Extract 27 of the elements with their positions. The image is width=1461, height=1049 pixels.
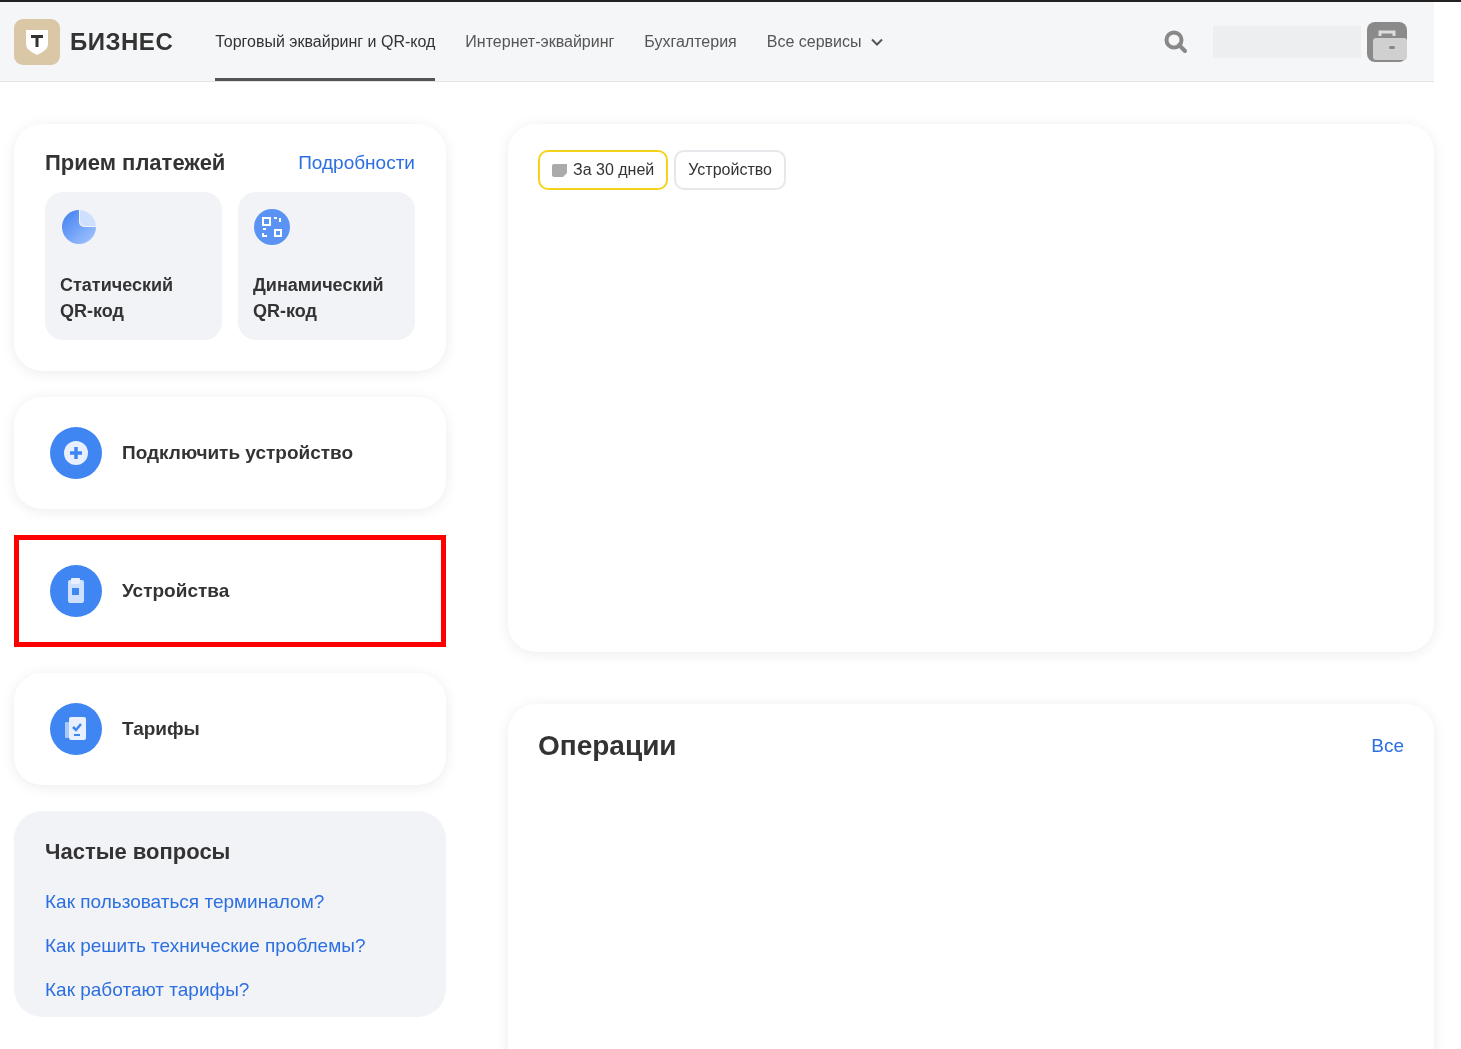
qr-tile[interactable]: Статический QR-код [45, 192, 222, 340]
document-check-icon [50, 703, 102, 755]
logo-icon[interactable] [14, 18, 60, 65]
nav-tab[interactable]: Торговый эквайринг и QR-код [215, 2, 436, 81]
qr-tile[interactable]: Динамический QR-код [238, 192, 415, 340]
faq-link[interactable]: Как решить технические проблемы? [45, 935, 415, 957]
search-icon[interactable] [1163, 28, 1189, 55]
nav-tab[interactable]: Интернет-эквайринг [465, 2, 615, 81]
faq-link[interactable]: Как пользоваться терминалом? [45, 891, 415, 913]
brand-name: БИЗНЕС [70, 27, 174, 56]
all-link[interactable]: Все [1371, 735, 1404, 757]
faq-title: Частые вопросы [45, 839, 232, 865]
briefcase-icon[interactable] [1367, 21, 1407, 62]
tile-label: Статический QR-код [60, 274, 175, 323]
terminal-icon [50, 565, 102, 617]
filter-chip[interactable]: За 30 дней [538, 150, 669, 190]
operations-title: Операции [538, 730, 677, 762]
card-title: Прием платежей [45, 150, 226, 176]
filter-chip[interactable]: Устройство [674, 150, 786, 190]
qr-code-icon [253, 208, 291, 246]
nav-tab[interactable]: Бухгалтерия [644, 2, 737, 81]
nav-tab[interactable]: Все сервисы [766, 2, 884, 81]
plus-icon [50, 427, 102, 479]
tile-label: Динамический QR-код [253, 274, 385, 323]
faq-link[interactable]: Как работают тарифы? [45, 979, 415, 1001]
details-link[interactable]: Подробности [298, 152, 415, 174]
action-card[interactable]: Устройства [14, 535, 446, 647]
